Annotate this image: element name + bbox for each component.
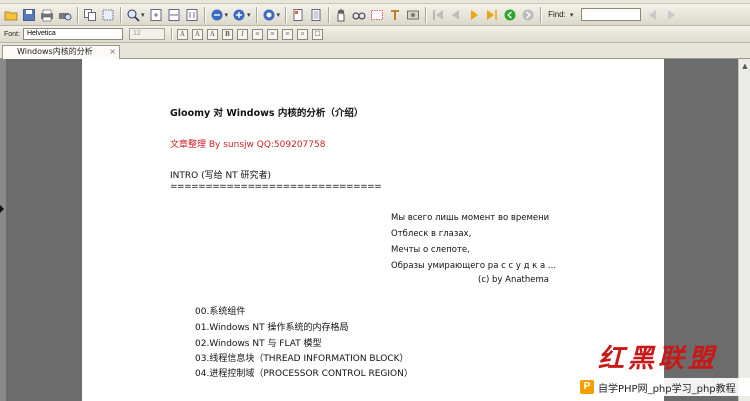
copy-icon[interactable] — [82, 7, 98, 23]
tab-document[interactable]: Windows内核的分析 × — [2, 45, 120, 59]
expand-panel-icon[interactable] — [0, 205, 4, 213]
snapshot-icon[interactable] — [351, 7, 367, 23]
italic-icon[interactable]: I — [236, 28, 248, 40]
print-preview-icon[interactable] — [57, 7, 73, 23]
single-page-icon[interactable] — [290, 7, 306, 23]
text-select-icon[interactable] — [387, 7, 403, 23]
find-input[interactable] — [581, 8, 642, 21]
background-color-icon[interactable]: A — [191, 28, 203, 40]
font-label: Font: — [4, 30, 20, 38]
fit-width-icon[interactable] — [166, 7, 182, 23]
align-left-icon[interactable]: ≡ — [251, 28, 263, 40]
find-options-dropdown-icon[interactable]: ▾ — [570, 11, 574, 19]
author-line: 文章整理 By sunsjw QQ:509207758 — [170, 140, 326, 150]
toolbar-separator — [77, 6, 78, 23]
toolbar-separator — [203, 6, 205, 23]
open-folder-icon[interactable] — [3, 7, 19, 23]
actual-size-icon[interactable] — [184, 7, 200, 23]
scroll-up-icon[interactable]: ▲ — [740, 61, 750, 71]
toc-item: 03.线程信息块（THREAD INFORMATION BLOCK） — [195, 354, 409, 364]
next-page-icon[interactable] — [466, 7, 482, 23]
toolbar-separator — [328, 6, 330, 23]
toolbar-separator — [255, 6, 257, 23]
print-icon[interactable] — [39, 7, 55, 23]
watermark-text: 自学PHP网_php学习_php教程 — [598, 383, 736, 395]
zoom-out-dropdown-icon[interactable]: ▾ — [225, 11, 229, 19]
last-page-icon[interactable] — [484, 7, 500, 23]
tab-document-label: Windows内核的分析 — [17, 47, 93, 56]
zoom-icon[interactable] — [125, 7, 141, 23]
format-toolbar: Font: Helvetica 12 A A A B I ≡ ≡ ≡ ¤ ☐ — [0, 26, 750, 43]
epigraph-line: Образы умирающего ра с с у д к а ... — [391, 261, 557, 271]
zoom-in-dropdown-icon[interactable]: ▾ — [247, 11, 251, 19]
zoom-in-icon[interactable] — [231, 7, 247, 23]
font-size-select[interactable]: 12 — [128, 28, 165, 40]
document-tab-bar: Windows内核的分析 × — [0, 43, 750, 59]
find-previous-icon[interactable] — [645, 7, 661, 23]
hand-tool-icon[interactable] — [333, 7, 349, 23]
heading-rule: ============================== — [170, 182, 382, 192]
toc-item: 04.进程控制域（PROCESSOR CONTROL REGION） — [195, 369, 413, 379]
document-page: Gloomy 对 Windows 内核的分析（介绍） 文章整理 By sunsj… — [82, 59, 664, 401]
toolbar-separator — [425, 6, 427, 23]
previous-page-icon[interactable] — [448, 7, 464, 23]
toolbar-separator — [170, 28, 172, 40]
toc-item: 02.Windows NT 与 FLAT 模型 — [195, 339, 322, 349]
watermark-bar: P 自学PHP网_php学习_php教程 — [578, 378, 750, 396]
zoom-out-icon[interactable] — [209, 7, 225, 23]
document-title: Gloomy 对 Windows 内核的分析（介绍） — [170, 108, 364, 119]
vertical-scrollbar[interactable]: ▲ — [738, 59, 750, 401]
toc-item: 01.Windows NT 操作系统的内存格局 — [195, 323, 349, 333]
go-forward-icon[interactable] — [520, 7, 536, 23]
toolbar-separator — [120, 6, 121, 23]
align-center-icon[interactable]: ≡ — [266, 28, 278, 40]
insert-icon[interactable]: ¤ — [296, 28, 308, 40]
epigraph-line: Отблеск в глазах, — [391, 229, 472, 239]
intro-heading: INTRO (写给 NT 研究者) — [170, 171, 272, 181]
text-style-icon[interactable]: A — [206, 28, 218, 40]
toc-item: 00.系统组件 — [195, 307, 246, 317]
toolbar-separator — [540, 6, 542, 23]
epigraph-attribution: (c) by Anathema — [478, 275, 549, 285]
rotate-dropdown-icon[interactable]: ▾ — [277, 11, 281, 19]
select-all-icon[interactable] — [100, 7, 116, 23]
image-select-icon[interactable] — [405, 7, 421, 23]
font-color-icon[interactable]: A — [176, 28, 188, 40]
zoom-dropdown-icon[interactable]: ▾ — [141, 11, 145, 19]
fit-page-icon[interactable] — [148, 7, 164, 23]
php-logo-icon: P — [580, 380, 594, 394]
rotate-icon[interactable] — [261, 7, 277, 23]
epigraph-line: Мы всего лишь момент во времени — [391, 213, 550, 223]
marquee-zoom-icon[interactable] — [369, 7, 385, 23]
watermark-brand: 红黑联盟 — [598, 344, 719, 374]
bold-icon[interactable]: B — [221, 28, 233, 40]
align-right-icon[interactable]: ≡ — [281, 28, 293, 40]
clear-format-icon[interactable]: ☐ — [311, 28, 323, 40]
continuous-page-icon[interactable] — [308, 7, 324, 23]
toolbar-separator — [285, 6, 287, 23]
epigraph-line: Мечты о слепоте, — [391, 245, 470, 255]
font-family-select[interactable]: Helvetica — [22, 28, 123, 40]
main-toolbar: ▾ ▾ ▾ ▾ Find: ▾ — [0, 4, 750, 26]
find-label: Find: — [548, 10, 566, 19]
left-panel-gutter[interactable] — [0, 59, 6, 401]
pdf-viewer-window: ▾ ▾ ▾ ▾ Find: ▾ Font: Helvetica 12 A A A… — [0, 0, 750, 401]
first-page-icon[interactable] — [430, 7, 446, 23]
find-next-icon[interactable] — [663, 7, 679, 23]
save-icon[interactable] — [21, 7, 37, 23]
go-back-icon[interactable] — [502, 7, 518, 23]
close-tab-icon[interactable]: × — [109, 46, 116, 58]
